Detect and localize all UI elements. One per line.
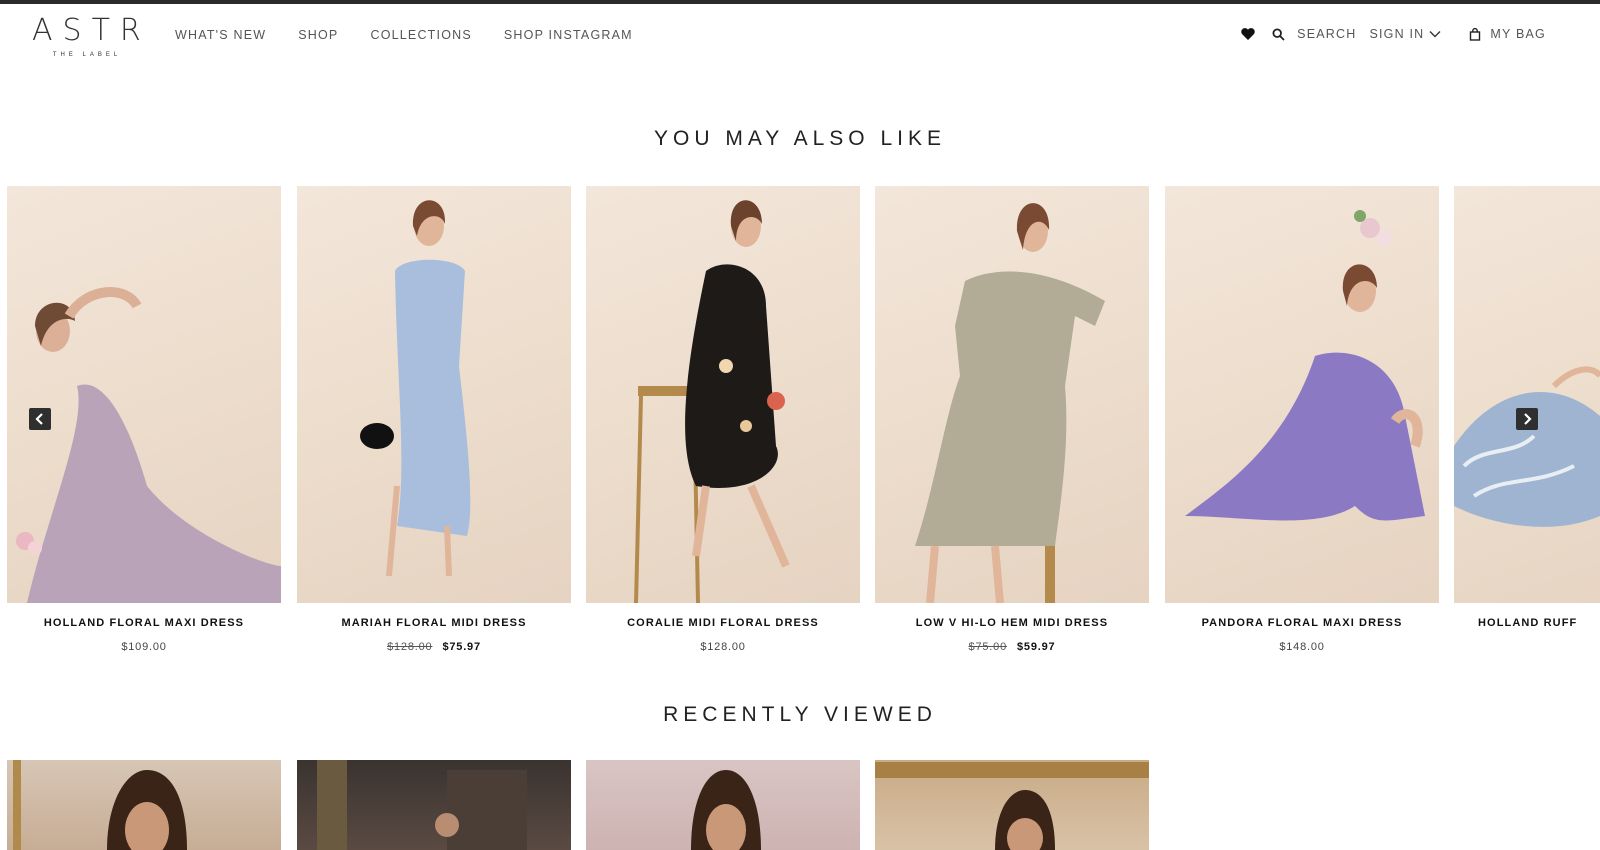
- recently-viewed-item[interactable]: [7, 760, 281, 850]
- price-value: $148.00: [1279, 641, 1325, 653]
- product-image: [875, 762, 1149, 850]
- section-title-also-like: YOU MAY ALSO LIKE: [654, 127, 946, 150]
- recently-viewed-item[interactable]: [297, 760, 571, 850]
- product-image[interactable]: [875, 186, 1149, 603]
- carousel-next-button[interactable]: [1516, 408, 1538, 430]
- product-image: [13, 760, 187, 850]
- search-icon: [1272, 27, 1285, 41]
- product-image: [691, 770, 761, 850]
- product-price: $128.00 $75.97: [297, 641, 571, 653]
- nav-item-shop[interactable]: SHOP: [298, 28, 338, 42]
- price-value: $128.00: [700, 641, 746, 653]
- original-price: $128.00: [387, 641, 433, 653]
- product-card[interactable]: PANDORA FLORAL MAXI DRESS $148.00: [1165, 186, 1439, 653]
- sign-in-label: SIGN IN: [1369, 27, 1425, 41]
- price-value: $109.00: [121, 641, 167, 653]
- product-name[interactable]: PANDORA FLORAL MAXI DRESS: [1165, 617, 1439, 629]
- model-photo: [1454, 366, 1600, 527]
- search-label: SEARCH: [1297, 27, 1357, 41]
- model-photo: [1185, 210, 1425, 521]
- product-price: $75.00 $59.97: [875, 641, 1149, 653]
- section-title-recently-viewed: RECENTLY VIEWED: [663, 703, 937, 726]
- product-name[interactable]: CORALIE MIDI FLORAL DRESS: [586, 617, 860, 629]
- original-price: $75.00: [968, 641, 1007, 653]
- product-name[interactable]: HOLLAND RUFF: [1454, 617, 1600, 629]
- product-image[interactable]: [1454, 186, 1600, 603]
- product-image[interactable]: [586, 186, 860, 603]
- product-name[interactable]: LOW V HI-LO HEM MIDI DRESS: [875, 617, 1149, 629]
- product-price: $148.00: [1165, 641, 1439, 653]
- site-header: ASTR THE LABEL WHAT'S NEW SHOP COLLECTIO…: [0, 4, 1600, 70]
- logo-wordmark: ASTR: [32, 13, 151, 48]
- carousel-prev-button[interactable]: [29, 408, 51, 430]
- model-photo: [16, 287, 281, 603]
- search-button[interactable]: SEARCH: [1272, 27, 1356, 41]
- product-image: [317, 760, 527, 850]
- product-card[interactable]: MARIAH FLORAL MIDI DRESS $128.00 $75.97: [297, 186, 571, 653]
- recently-viewed-item[interactable]: [875, 760, 1149, 850]
- product-image[interactable]: [7, 186, 281, 603]
- product-image[interactable]: [297, 186, 571, 603]
- model-photo: [360, 200, 471, 577]
- product-card[interactable]: CORALIE MIDI FLORAL DRESS $128.00: [586, 186, 860, 653]
- bag-label: MY BAG: [1490, 27, 1546, 41]
- chevron-right-icon: [1524, 413, 1532, 425]
- model-photo: [915, 203, 1105, 603]
- main-nav: WHAT'S NEW SHOP COLLECTIONS SHOP INSTAGR…: [175, 28, 665, 42]
- bag-button[interactable]: MY BAG: [1469, 27, 1546, 41]
- logo-tagline: THE LABEL: [52, 52, 122, 58]
- nav-item-whats-new[interactable]: WHAT'S NEW: [175, 28, 266, 42]
- chevron-left-icon: [35, 413, 43, 425]
- nav-item-shop-instagram[interactable]: SHOP INSTAGRAM: [504, 28, 633, 42]
- brand-logo[interactable]: ASTR THE LABEL: [22, 16, 148, 62]
- sale-price: $75.97: [442, 641, 481, 653]
- recently-viewed-item[interactable]: [586, 760, 860, 850]
- product-name[interactable]: HOLLAND FLORAL MAXI DRESS: [7, 617, 281, 629]
- product-price: $109.00: [7, 641, 281, 653]
- sign-in-button[interactable]: SIGN IN: [1369, 27, 1441, 41]
- model-photo: [634, 200, 790, 603]
- nav-item-collections[interactable]: COLLECTIONS: [370, 28, 471, 42]
- product-name[interactable]: MARIAH FLORAL MIDI DRESS: [297, 617, 571, 629]
- sale-price: $59.97: [1017, 641, 1056, 653]
- product-card[interactable]: LOW V HI-LO HEM MIDI DRESS $75.00 $59.97: [875, 186, 1149, 653]
- heart-icon[interactable]: [1240, 26, 1256, 42]
- chevron-down-icon: [1429, 31, 1441, 38]
- product-image[interactable]: [1165, 186, 1439, 603]
- bag-icon: [1470, 27, 1481, 41]
- utility-nav: SEARCH SIGN IN MY BAG: [1240, 26, 1546, 42]
- product-price: $128.00: [586, 641, 860, 653]
